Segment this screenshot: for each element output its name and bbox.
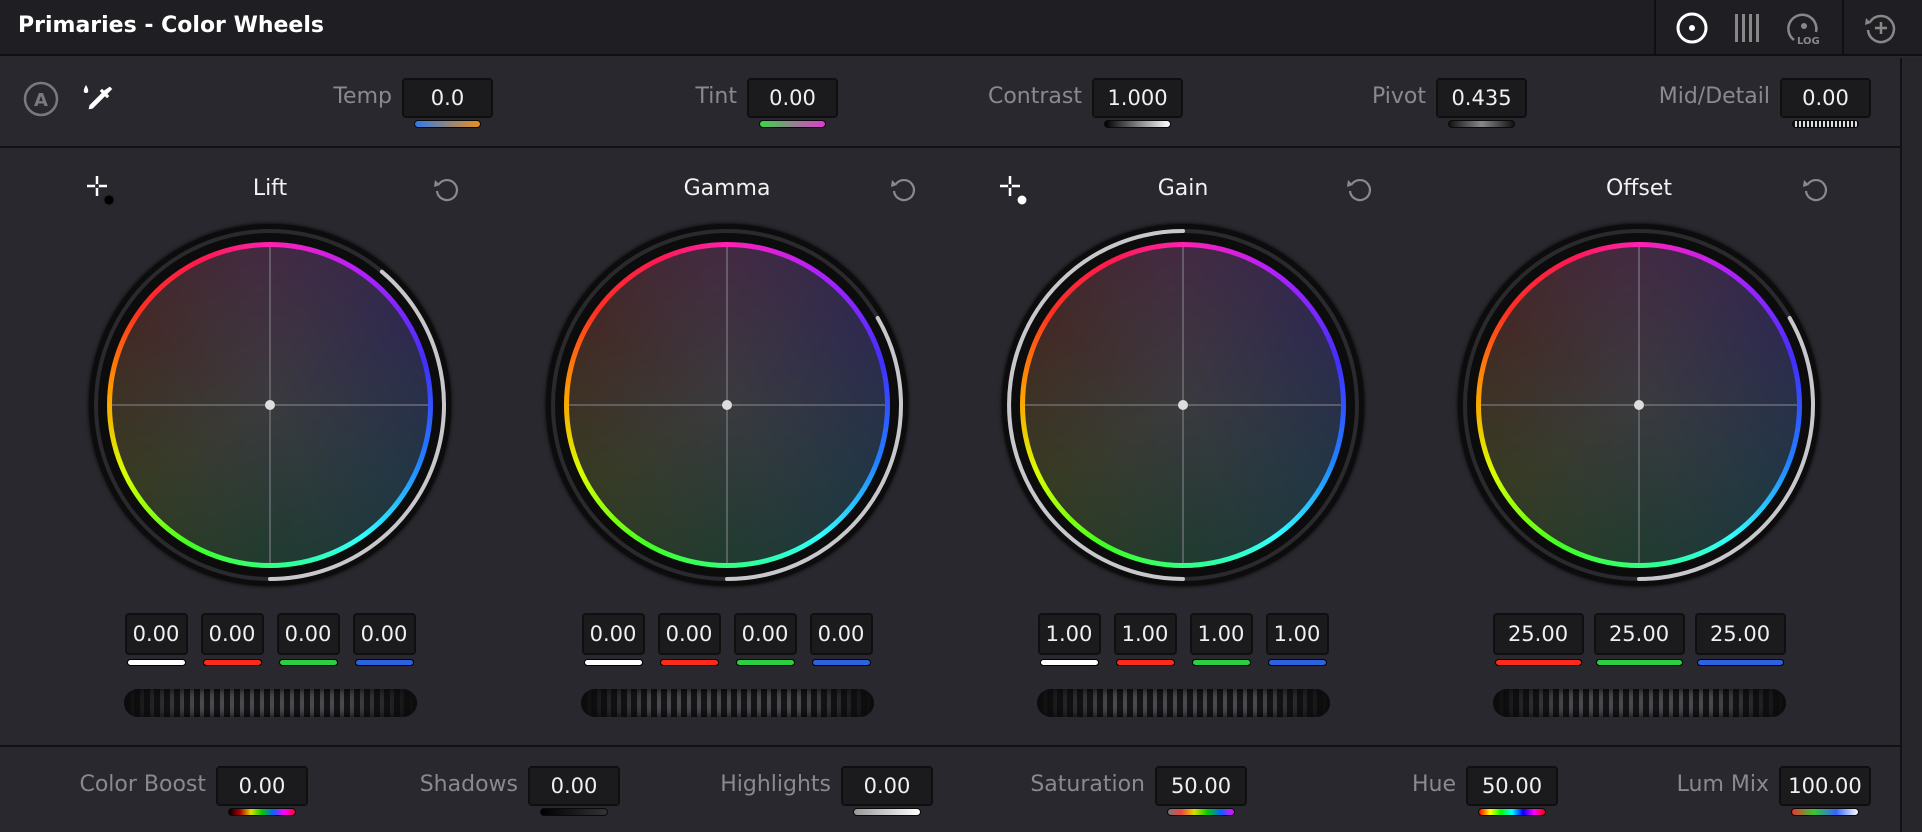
pivot-field[interactable]: 0.435 — [1436, 78, 1527, 118]
crosshair-picker-icon[interactable] — [85, 174, 121, 210]
highlights-label: Highlights — [720, 772, 831, 797]
lum-mix-field[interactable]: 100.00 — [1779, 766, 1871, 806]
lift-red-indicator — [202, 659, 262, 666]
reset-icon[interactable] — [432, 175, 462, 205]
saturation-indicator — [1167, 808, 1235, 816]
lift-red-field[interactable]: 0.00 — [200, 613, 264, 655]
offset-green-field[interactable]: 25.00 — [1593, 613, 1685, 655]
gain-blue-field[interactable]: 1.00 — [1265, 613, 1329, 655]
crosshair-picker-icon[interactable] — [998, 174, 1034, 210]
temp-label: Temp — [333, 84, 392, 109]
wheel-overlay — [1002, 224, 1364, 586]
pivot-indicator — [1448, 120, 1515, 128]
contrast-label: Contrast — [987, 84, 1082, 109]
hue-field[interactable]: 50.00 — [1466, 766, 1558, 806]
gamma-green-indicator — [735, 659, 795, 666]
lift-title: Lift — [252, 176, 288, 201]
offset-title: Offset — [1605, 176, 1673, 201]
title-bar: Primaries - Color Wheels — [0, 0, 1922, 56]
svg-text:LOG: LOG — [1797, 36, 1820, 46]
mid-detail-field[interactable]: 0.00 — [1780, 78, 1871, 118]
shadows-label: Shadows — [419, 772, 518, 797]
tint-indicator — [759, 120, 826, 128]
color-boost-label: Color Boost — [79, 772, 206, 797]
gain-master-indicator — [1039, 659, 1099, 666]
contrast-indicator — [1104, 120, 1171, 128]
gamma-master-indicator — [583, 659, 643, 666]
offset-blue-indicator — [1696, 659, 1784, 666]
reset-icon[interactable] — [1801, 175, 1831, 205]
log-wheels-icon[interactable]: LOG — [1784, 10, 1824, 46]
lift-color-wheel[interactable] — [89, 224, 451, 586]
gamma-red-indicator — [659, 659, 719, 666]
lum-mix-indicator — [1791, 808, 1859, 816]
color-wheels-icon[interactable] — [1674, 10, 1710, 46]
lift-green-field[interactable]: 0.00 — [276, 613, 340, 655]
reset-icon[interactable] — [889, 175, 919, 205]
wheel-overlay — [1458, 224, 1820, 586]
highlights-indicator — [853, 808, 921, 816]
gamma-blue-field[interactable]: 0.00 — [809, 613, 873, 655]
highlights-field[interactable]: 0.00 — [841, 766, 933, 806]
hue-label: Hue — [1411, 772, 1456, 797]
mid-detail-indicator — [1792, 120, 1859, 128]
lift-green-indicator — [278, 659, 338, 666]
divider — [1654, 0, 1656, 56]
offset-color-wheel[interactable] — [1458, 224, 1820, 586]
temp-indicator — [414, 120, 481, 128]
gain-red-field[interactable]: 1.00 — [1113, 613, 1177, 655]
lift-master-field[interactable]: 0.00 — [124, 613, 188, 655]
offset-red-indicator — [1494, 659, 1582, 666]
offset-red-field[interactable]: 25.00 — [1492, 613, 1584, 655]
gain-color-wheel[interactable] — [1002, 224, 1364, 586]
reset-icon[interactable] — [1345, 175, 1375, 205]
lift-master-jog-wheel[interactable] — [124, 689, 417, 717]
tint-field[interactable]: 0.00 — [747, 78, 838, 118]
gain-blue-indicator — [1267, 659, 1327, 666]
offset-master-jog-wheel[interactable] — [1493, 689, 1786, 717]
gamma-master-field[interactable]: 0.00 — [581, 613, 645, 655]
divider — [1842, 0, 1844, 56]
lift-blue-indicator — [354, 659, 414, 666]
gain-green-indicator — [1191, 659, 1251, 666]
eyedropper-icon[interactable] — [80, 82, 116, 118]
offset-green-indicator — [1595, 659, 1683, 666]
tint-label: Tint — [695, 84, 737, 109]
lift-master-indicator — [126, 659, 186, 666]
gamma-color-wheel[interactable] — [546, 224, 908, 586]
gain-master-field[interactable]: 1.00 — [1037, 613, 1101, 655]
gamma-blue-indicator — [811, 659, 871, 666]
gain-title: Gain — [1157, 176, 1209, 201]
pivot-label: Pivot — [1371, 84, 1426, 109]
color-boost-field[interactable]: 0.00 — [216, 766, 308, 806]
lum-mix-label: Lum Mix — [1676, 772, 1769, 797]
offset-blue-field[interactable]: 25.00 — [1694, 613, 1786, 655]
divider — [0, 745, 1900, 747]
saturation-label: Saturation — [1030, 772, 1145, 797]
color-boost-indicator — [228, 808, 296, 816]
reset-all-icon[interactable] — [1862, 10, 1898, 46]
hue-indicator — [1478, 808, 1546, 816]
temp-field[interactable]: 0.0 — [402, 78, 493, 118]
shadows-field[interactable]: 0.00 — [528, 766, 620, 806]
gain-red-indicator — [1115, 659, 1175, 666]
shadows-indicator — [540, 808, 608, 816]
svg-text:A: A — [34, 90, 48, 111]
auto-balance-button[interactable]: A — [22, 80, 60, 118]
gamma-red-field[interactable]: 0.00 — [657, 613, 721, 655]
bars-icon[interactable] — [1730, 10, 1766, 46]
gamma-green-field[interactable]: 0.00 — [733, 613, 797, 655]
contrast-field[interactable]: 1.000 — [1092, 78, 1183, 118]
gamma-master-jog-wheel[interactable] — [581, 689, 874, 717]
gamma-title: Gamma — [683, 176, 771, 201]
scrollbar-track[interactable] — [1900, 58, 1922, 832]
saturation-field[interactable]: 50.00 — [1155, 766, 1247, 806]
mid-detail-label: Mid/Detail — [1658, 84, 1770, 109]
gain-green-field[interactable]: 1.00 — [1189, 613, 1253, 655]
wheel-overlay — [89, 224, 451, 586]
panel-title: Primaries - Color Wheels — [18, 13, 324, 38]
lift-blue-field[interactable]: 0.00 — [352, 613, 416, 655]
gain-master-jog-wheel[interactable] — [1037, 689, 1330, 717]
wheel-overlay — [546, 224, 908, 586]
